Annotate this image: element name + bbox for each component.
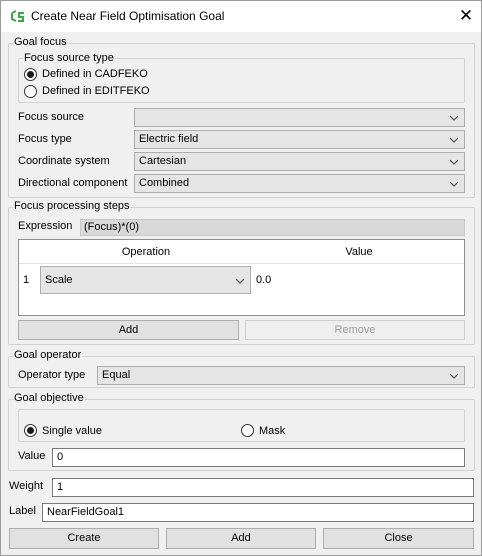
radio-single-value-label: Single value	[42, 425, 102, 437]
expression-label: Expression	[18, 220, 73, 232]
coordinate-system-label: Coordinate system	[18, 155, 110, 167]
goal-objective-title: Goal objective	[13, 392, 85, 404]
create-button[interactable]: Create	[9, 528, 159, 549]
chevron-down-icon	[450, 137, 458, 143]
objective-value-input[interactable]: 0	[52, 448, 465, 467]
close-icon[interactable]: ✕	[452, 6, 480, 28]
add-step-button[interactable]: Add	[18, 320, 239, 340]
processing-steps-table: Operation Value 1 Scale 0.0	[18, 239, 465, 316]
column-header-value[interactable]: Value	[254, 240, 464, 264]
radio-mask-label: Mask	[259, 425, 286, 437]
expression-field: (Focus)*(0)	[80, 219, 465, 236]
column-header-operation[interactable]: Operation	[38, 240, 254, 264]
focus-type-label: Focus type	[18, 133, 72, 145]
focus-source-label: Focus source	[18, 111, 85, 123]
focus-source-type-title: Focus source type	[23, 52, 115, 64]
focus-type-value: Electric field	[139, 133, 199, 145]
chevron-down-icon	[450, 181, 458, 187]
coordinate-system-value: Cartesian	[139, 155, 187, 167]
operation-select[interactable]: Scale	[40, 266, 251, 294]
goal-focus-title: Goal focus	[13, 36, 68, 48]
radio-editfeko-label: Defined in EDITFEKO	[42, 85, 150, 97]
operator-type-label: Operator type	[18, 369, 86, 381]
close-button[interactable]: Close	[323, 528, 474, 549]
chevron-down-icon	[236, 278, 244, 284]
title-bar: Create Near Field Optimisation Goal ✕	[1, 1, 481, 32]
radio-defined-in-cadfeko[interactable]	[24, 68, 37, 81]
row-value[interactable]: 0.0	[256, 274, 271, 286]
remove-step-button[interactable]: Remove	[245, 320, 465, 340]
row-index: 1	[23, 274, 30, 286]
goal-name-input[interactable]: NearFieldGoal1	[42, 503, 474, 522]
add-button[interactable]: Add	[166, 528, 316, 549]
coordinate-system-select[interactable]: Cartesian	[134, 152, 465, 171]
chevron-down-icon	[450, 159, 458, 165]
radio-single-value[interactable]	[24, 424, 37, 437]
radio-defined-in-editfeko[interactable]	[24, 85, 37, 98]
operation-value: Scale	[45, 274, 73, 286]
operator-type-value: Equal	[102, 369, 131, 381]
table-row[interactable]: 1 Scale 0.0	[19, 265, 464, 295]
chevron-down-icon	[450, 373, 458, 379]
directional-component-label: Directional component	[18, 177, 128, 189]
goal-name-label: Label	[9, 505, 36, 517]
directional-component-value: Combined	[139, 177, 190, 189]
header-corner	[19, 240, 38, 264]
window-title: Create Near Field Optimisation Goal	[31, 9, 225, 23]
feko-app-icon	[11, 10, 24, 22]
weight-input[interactable]: 1	[52, 478, 474, 497]
radio-mask[interactable]	[241, 424, 254, 437]
radio-cadfeko-label: Defined in CADFEKO	[42, 68, 148, 80]
chevron-down-icon	[450, 115, 458, 121]
focus-processing-title: Focus processing steps	[13, 200, 131, 212]
objective-value-label: Value	[18, 450, 46, 462]
focus-type-select[interactable]: Electric field	[134, 130, 465, 149]
goal-operator-title: Goal operator	[13, 349, 83, 361]
directional-component-select[interactable]: Combined	[134, 174, 465, 193]
operator-type-select[interactable]: Equal	[97, 366, 465, 385]
dialog-window: Create Near Field Optimisation Goal ✕ Go…	[0, 0, 482, 556]
focus-source-select[interactable]	[134, 108, 465, 127]
weight-label: Weight	[9, 480, 44, 492]
